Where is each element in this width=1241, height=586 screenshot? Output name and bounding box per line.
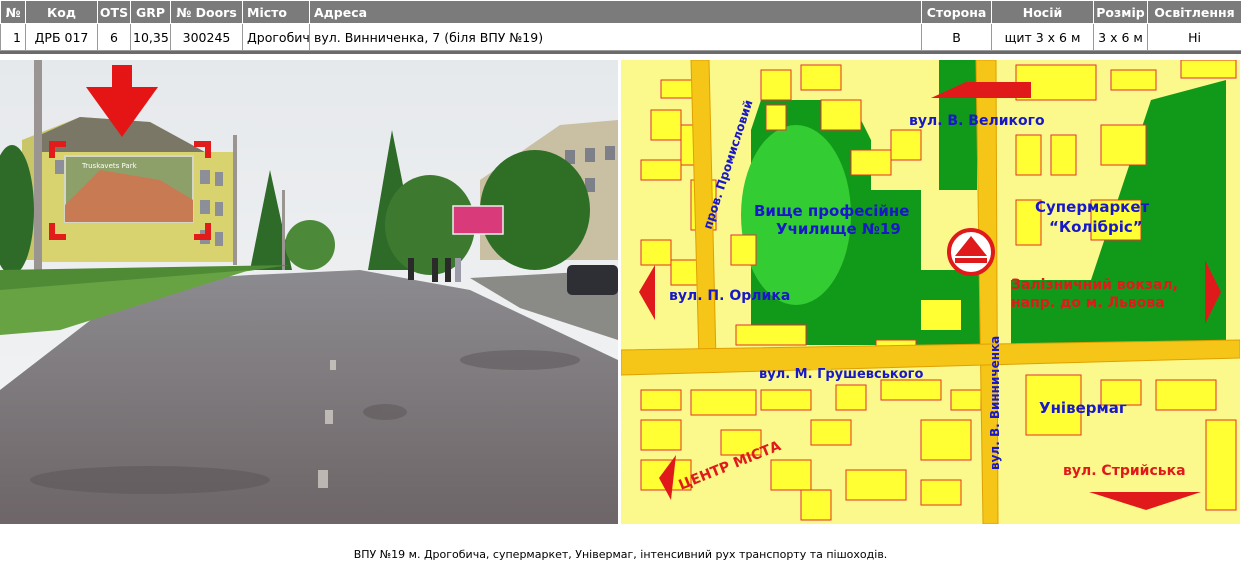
cell-address: вул. Винниченка, 7 (біля ВПУ №19) xyxy=(309,23,922,51)
header-number: № xyxy=(0,0,26,24)
header-code: Код xyxy=(25,0,98,24)
header-doors: № Doors xyxy=(170,0,243,24)
cell-lighting: Ні xyxy=(1147,23,1241,51)
header-address: Адреса xyxy=(309,0,922,24)
header-size: Розмір xyxy=(1093,0,1148,24)
header-carrier: Носій xyxy=(991,0,1094,24)
table-header-row: № Код OTS GRP № Doors Місто Адреса Сторо… xyxy=(0,0,1241,24)
header-city: Місто xyxy=(242,0,310,24)
cell-city: Дрогобич xyxy=(242,23,310,51)
table-divider xyxy=(0,51,1241,54)
label-station-1: Залізничний вокзал, xyxy=(1011,277,1178,293)
billboard-text: Truskavets Park xyxy=(81,162,138,170)
cell-code: ДРБ 017 xyxy=(25,23,98,51)
label-vynnychenka: вул. В. Винниченка xyxy=(988,336,1002,470)
info-table: № Код OTS GRP № Doors Місто Адреса Сторо… xyxy=(0,0,1241,51)
label-stryiska: вул. Стрийська xyxy=(1063,463,1186,479)
cell-number: 1 xyxy=(0,23,26,51)
label-v-velykoho: вул. В. Великого xyxy=(909,113,1045,129)
header-side: Сторона xyxy=(921,0,992,24)
label-p-orlyka: вул. П. Орлика xyxy=(669,288,790,304)
cell-grp: 10,35 xyxy=(130,23,171,51)
billboard-location-marker xyxy=(947,228,995,276)
cell-doors: 300245 xyxy=(170,23,243,51)
label-station-2: напр. до м. Львова xyxy=(1011,295,1165,311)
header-lighting: Освітлення xyxy=(1147,0,1241,24)
label-supermarket-1: Супермаркет xyxy=(1035,198,1150,216)
photo-car xyxy=(567,265,618,295)
label-hrushevskoho: вул. М. Грушевського xyxy=(759,367,923,382)
cell-carrier: щит 3 х 6 м xyxy=(991,23,1094,51)
label-supermarket-2: “Колібріс” xyxy=(1049,218,1143,236)
header-grp: GRP xyxy=(130,0,171,24)
label-univermah: Універмаг xyxy=(1039,399,1127,417)
cell-size: 3 х 6 м xyxy=(1093,23,1148,51)
info-table-container: № Код OTS GRP № Doors Місто Адреса Сторо… xyxy=(0,0,1241,53)
location-photo: Truskavets Park xyxy=(0,60,618,524)
cell-ots: 6 xyxy=(97,23,131,51)
label-school-2: Училище №19 xyxy=(776,220,901,238)
table-row: 1 ДРБ 017 6 10,35 300245 Дрогобич вул. В… xyxy=(0,23,1241,51)
location-caption: ВПУ №19 м. Дрогобича, супермаркет, Уніве… xyxy=(353,548,888,561)
location-map: вул. В. Великого вул. П. Орлика вул. М. … xyxy=(621,60,1240,524)
cell-side: В xyxy=(921,23,992,51)
header-ots: OTS xyxy=(97,0,131,24)
label-school-1: Вище професійне xyxy=(754,202,909,220)
